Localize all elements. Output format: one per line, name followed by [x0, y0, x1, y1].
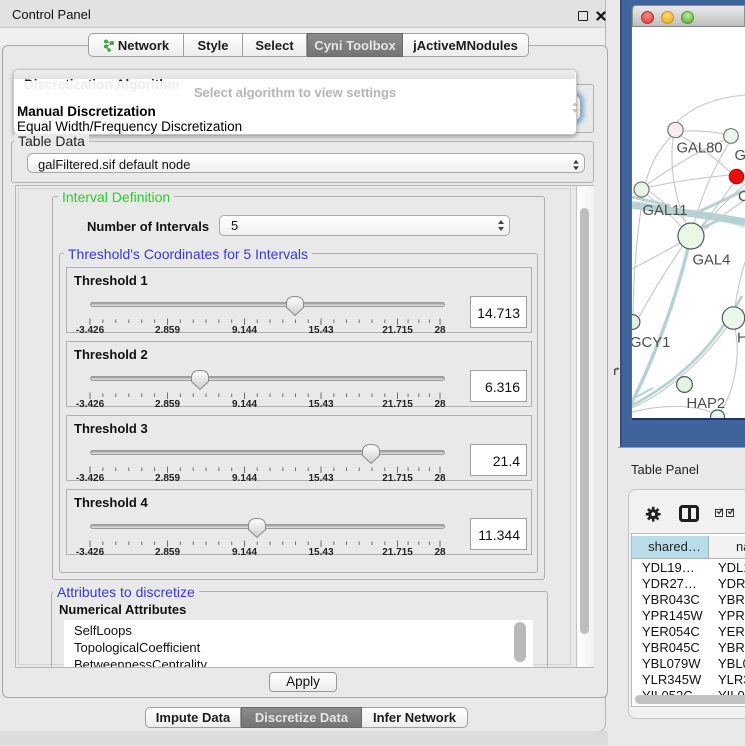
svg-text:HAP2: HAP2: [687, 396, 726, 412]
svg-text:GA: GA: [735, 148, 745, 164]
svg-text:C: C: [738, 189, 745, 205]
svg-text:GAL4: GAL4: [693, 253, 731, 269]
svg-text:GCY1: GCY1: [632, 335, 670, 351]
svg-text:H: H: [737, 331, 745, 347]
svg-text:GAL80: GAL80: [677, 141, 723, 157]
svg-text:GAL11: GAL11: [643, 203, 688, 219]
